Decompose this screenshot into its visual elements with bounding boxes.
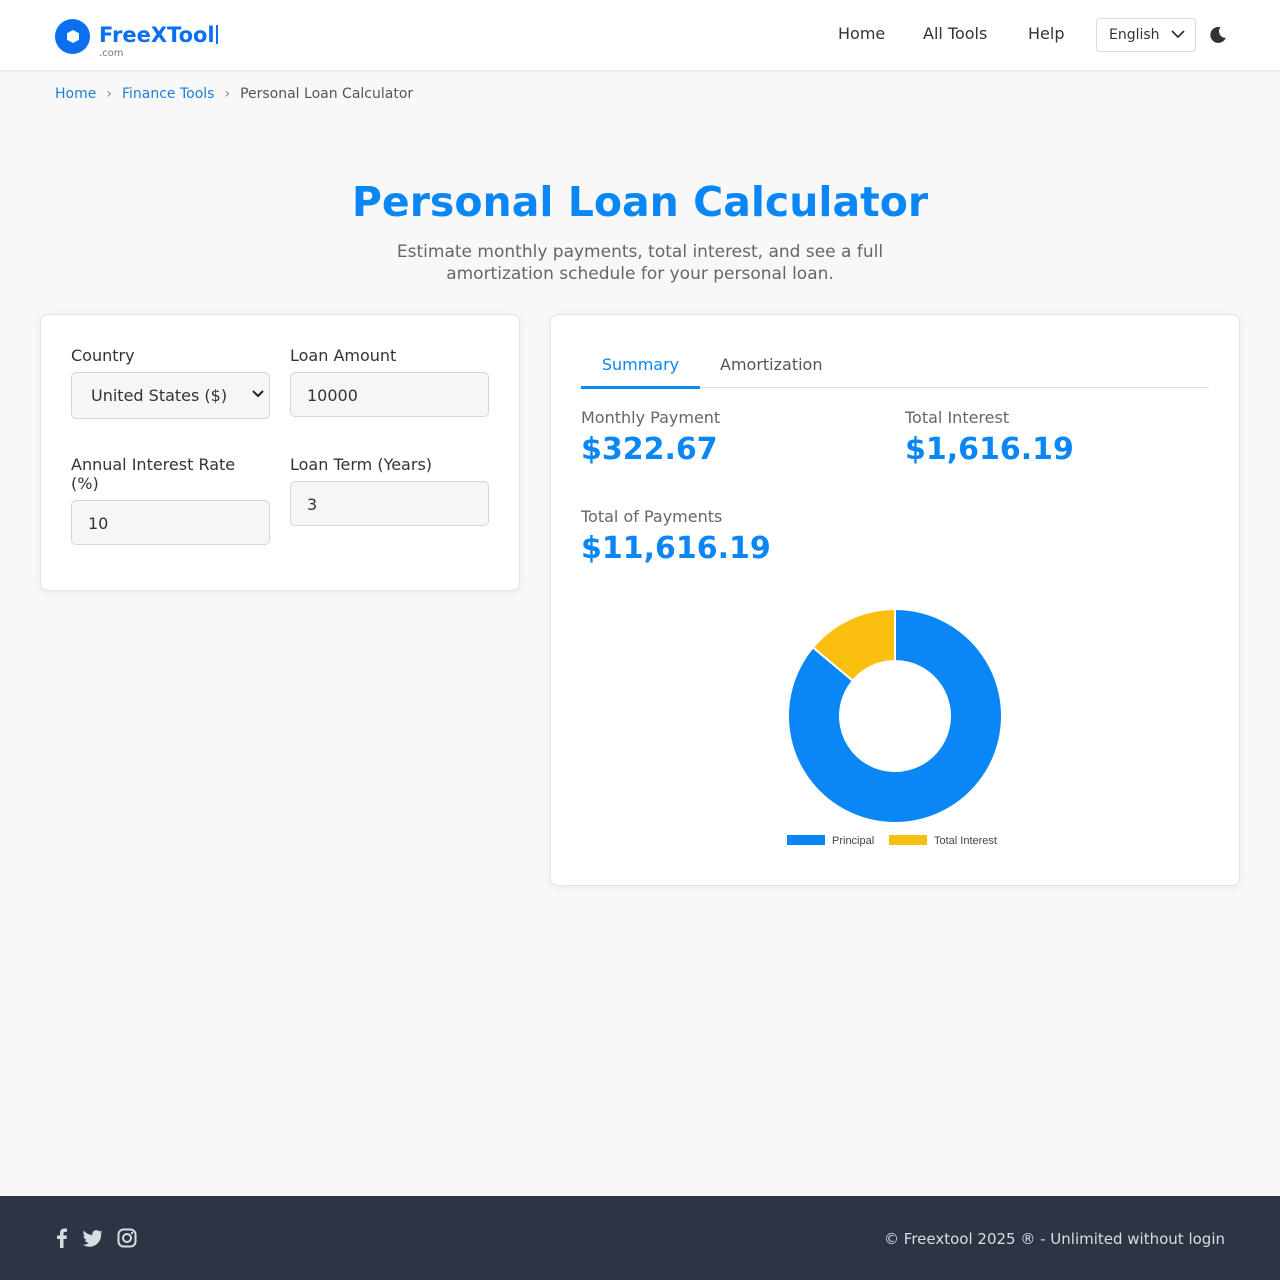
instagram-icon[interactable] (117, 1228, 137, 1248)
interest-rate-input[interactable]: 10 (71, 500, 270, 545)
chevron-down-icon (252, 390, 264, 398)
legend-label[interactable]: Principal (832, 835, 874, 847)
total-interest-value: $1,616.19 (905, 432, 1074, 467)
country-select[interactable]: United States ($) (71, 372, 270, 419)
total-interest-label: Total Interest (905, 408, 1010, 427)
nav-home-link[interactable]: Home (838, 24, 885, 43)
site-header: FreeXTool .com Home All Tools Help Engli… (0, 0, 1280, 70)
legend-label[interactable]: Total Interest (934, 835, 997, 847)
chevron-down-icon (1171, 30, 1185, 39)
brand-name: FreeXTool (99, 22, 215, 47)
results-card: Summary Amortization Monthly Payment $32… (550, 314, 1240, 886)
loan-breakdown-donut-chart: Principal Total Interest (787, 607, 1003, 847)
page-subtitle: Estimate monthly payments, total interes… (396, 242, 884, 284)
moon-icon[interactable] (1209, 26, 1227, 44)
language-select-value: English (1109, 27, 1160, 43)
loan-amount-label: Loan Amount (290, 346, 397, 365)
nav-help-link[interactable]: Help (1028, 24, 1064, 43)
breadcrumb-current: Personal Loan Calculator (240, 86, 414, 102)
loan-term-input[interactable]: 3 (290, 481, 489, 526)
country-select-value: United States ($) (91, 386, 228, 405)
footer-copyright: © Freextool 2025 ® - Unlimited without l… (884, 1230, 1225, 1248)
loan-amount-value: 10000 (307, 386, 358, 405)
breadcrumb-category-link[interactable]: Finance Tools (122, 86, 215, 102)
twitter-icon[interactable] (83, 1228, 103, 1248)
page-title: Personal Loan Calculator (351, 178, 929, 226)
language-select[interactable]: English (1096, 18, 1196, 52)
legend-swatch[interactable] (889, 835, 927, 845)
breadcrumb-separator: › (224, 86, 231, 102)
loan-term-label: Loan Term (Years) (290, 455, 433, 474)
country-label: Country (71, 346, 135, 365)
nav-all-tools-link[interactable]: All Tools (923, 24, 987, 43)
total-payments-value: $11,616.19 (581, 531, 771, 566)
breadcrumb-separator: › (106, 86, 112, 102)
tab-summary[interactable]: Summary (581, 355, 700, 389)
monthly-payment-label: Monthly Payment (581, 408, 721, 427)
loan-amount-input[interactable]: 10000 (290, 372, 489, 417)
result-tabs: Summary Amortization (581, 353, 1209, 389)
site-footer: © Freextool 2025 ® - Unlimited without l… (0, 1196, 1280, 1280)
interest-rate-label: Annual Interest Rate (%) (71, 455, 236, 493)
logo[interactable]: FreeXTool .com (55, 18, 218, 58)
logo-hexagon-icon (55, 18, 90, 54)
monthly-payment-value: $322.67 (581, 432, 718, 467)
interest-rate-value: 10 (88, 514, 109, 533)
breadcrumb-home-link[interactable]: Home (55, 86, 96, 102)
loan-input-card: Country United States ($) Loan Amount 10… (40, 314, 520, 591)
logo-text: FreeXTool .com (99, 22, 218, 58)
total-payments-label: Total of Payments (581, 507, 723, 526)
tab-amortization[interactable]: Amortization (720, 355, 822, 374)
brand-domain: .com (99, 47, 124, 59)
breadcrumb: Home › Finance Tools › Personal Loan Cal… (55, 86, 413, 102)
facebook-icon[interactable] (52, 1228, 72, 1248)
loan-term-value: 3 (307, 495, 318, 514)
legend-swatch[interactable] (787, 835, 825, 845)
